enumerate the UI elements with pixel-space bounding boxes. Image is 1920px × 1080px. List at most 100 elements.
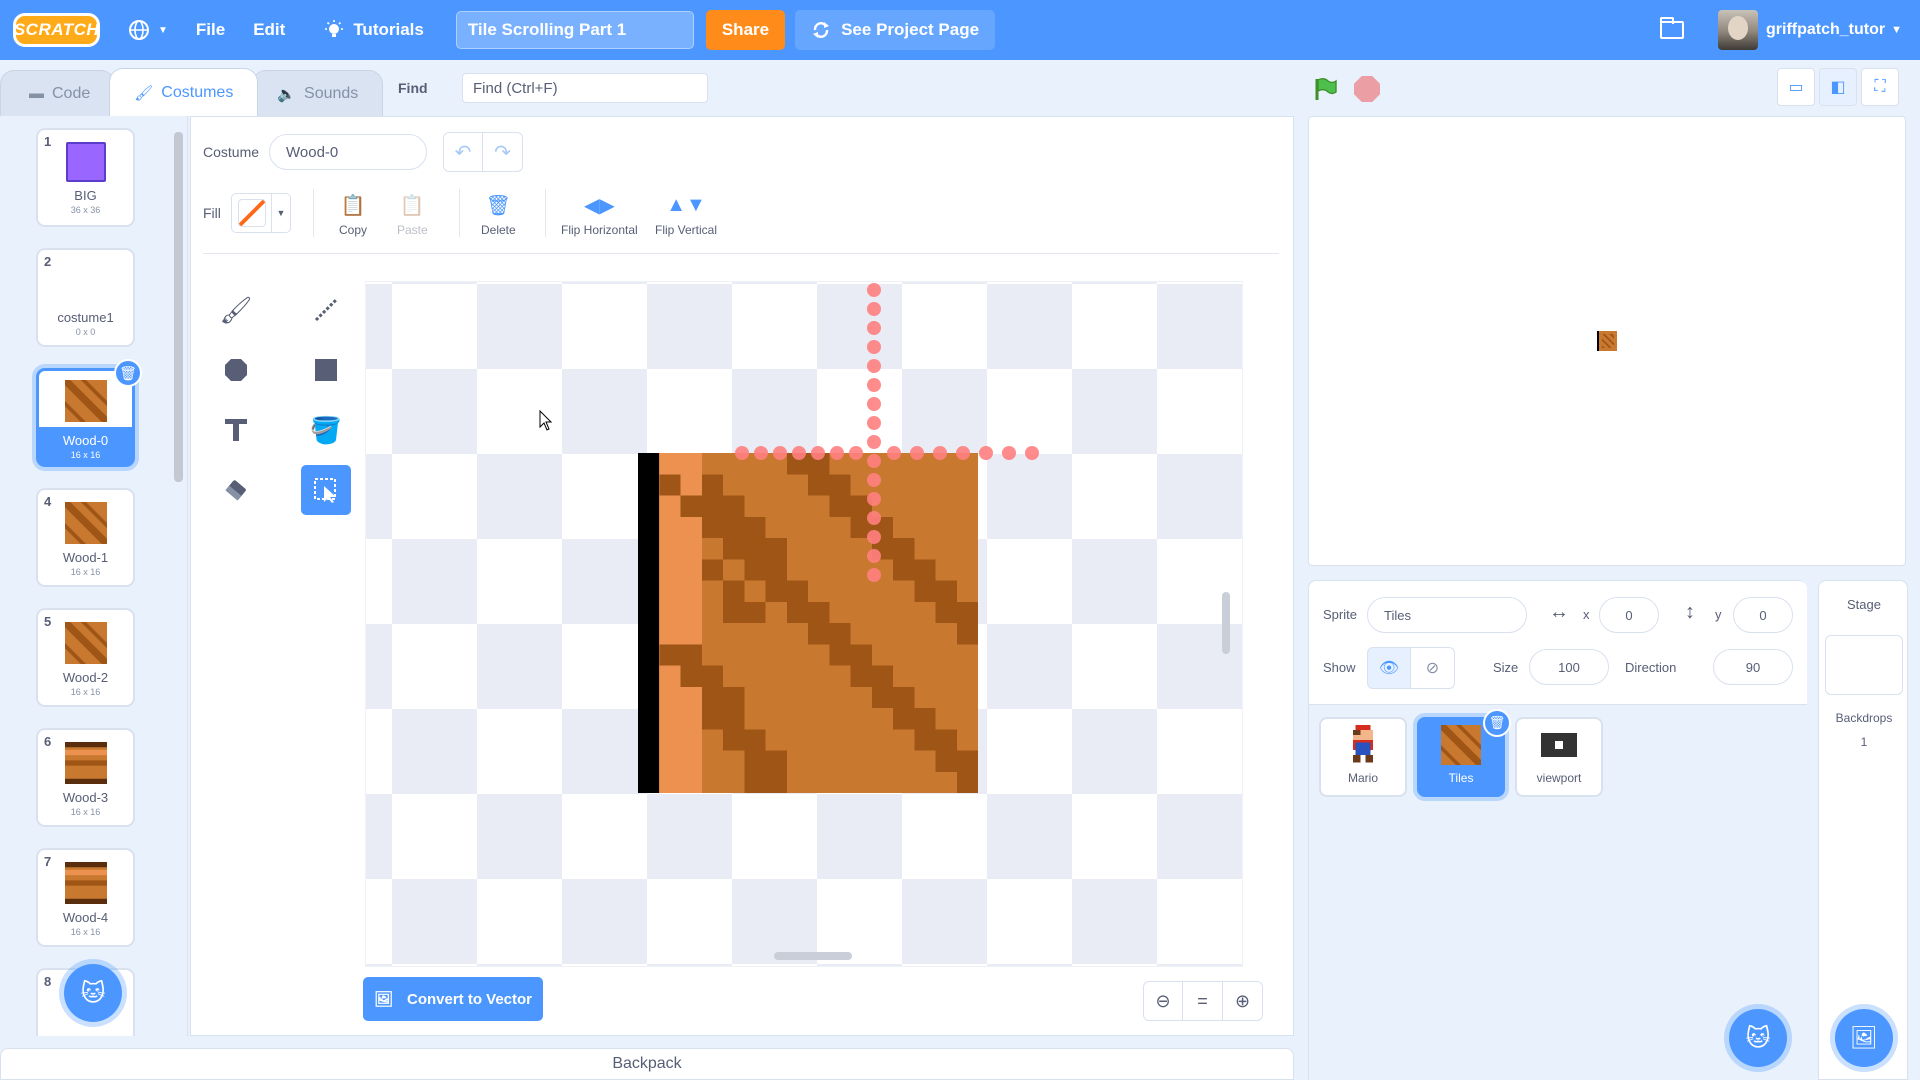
sprite-tile-tiles[interactable]: Tiles 🗑 bbox=[1417, 709, 1511, 797]
costume-size: 16 x 16 bbox=[70, 927, 101, 937]
canvas-vertical-scrollbar[interactable] bbox=[1222, 592, 1230, 654]
small-stage-button[interactable]: ▭ bbox=[1777, 68, 1815, 106]
costume-size: 16 x 16 bbox=[70, 450, 101, 460]
eraser-tool[interactable] bbox=[211, 465, 261, 515]
file-menu[interactable]: File bbox=[182, 0, 239, 60]
tab-sounds[interactable]: 🔈 Sounds bbox=[252, 70, 384, 116]
costume-item-5[interactable]: 5 Wood-2 16 x 16 bbox=[36, 608, 135, 707]
costume-item-4[interactable]: 4 Wood-1 16 x 16 bbox=[36, 488, 135, 587]
hide-sprite-button[interactable]: ⊘ bbox=[1411, 647, 1455, 689]
sprite-tile-viewport[interactable]: viewport bbox=[1515, 717, 1603, 797]
see-project-page-button[interactable]: See Project Page bbox=[795, 10, 996, 50]
stage-target-pane[interactable]: Stage Backdrops 1 🖼 bbox=[1818, 580, 1908, 1080]
sprite-label: Sprite bbox=[1323, 607, 1357, 622]
delete-sprite-button[interactable]: 🗑 bbox=[1483, 709, 1511, 737]
stop-icon[interactable] bbox=[1354, 76, 1380, 102]
tutorials-button[interactable]: Tutorials bbox=[309, 0, 438, 60]
costume-name: BIG bbox=[74, 188, 97, 203]
flip-horizontal-button[interactable]: ◀▶ Flip Horizontal bbox=[561, 193, 638, 238]
fill-swatch bbox=[232, 194, 272, 232]
costume-item-2[interactable]: 2 costume1 0 x 0 bbox=[36, 248, 135, 347]
scratch-logo[interactable]: SCRATCH bbox=[13, 13, 100, 47]
select-tool[interactable] bbox=[301, 465, 351, 515]
flip-vertical-button[interactable]: ▲▼ Flip Vertical bbox=[655, 193, 717, 238]
add-sprite-button[interactable]: 🐱 bbox=[1729, 1009, 1787, 1067]
direction-input[interactable]: 90 bbox=[1713, 649, 1793, 685]
sprite-tile-mario[interactable]: Mario bbox=[1319, 717, 1407, 797]
costume-number: 8 bbox=[44, 974, 52, 989]
costume-item-7[interactable]: 7 Wood-4 16 x 16 bbox=[36, 848, 135, 947]
costume-list: 1 BIG 36 x 36 2 costume1 0 x 0 3 Wood-0 … bbox=[0, 116, 188, 1036]
avatar[interactable] bbox=[1718, 10, 1758, 50]
language-menu[interactable]: ▼ bbox=[114, 0, 182, 60]
stage-canvas[interactable] bbox=[1308, 116, 1906, 566]
x-input[interactable]: 0 bbox=[1599, 597, 1659, 633]
backpack[interactable]: Backpack bbox=[0, 1048, 1294, 1080]
zoom-out-button[interactable]: ⊖ bbox=[1143, 981, 1183, 1021]
guide-dot bbox=[867, 416, 881, 430]
stage-thumbnail[interactable] bbox=[1825, 635, 1903, 695]
sprite-name-input[interactable]: Tiles bbox=[1367, 597, 1527, 633]
zoom-in-button[interactable]: ⊕ bbox=[1223, 981, 1263, 1021]
show-toggle: 👁 ⊘ bbox=[1367, 647, 1455, 689]
add-costume-button[interactable]: 🐱 bbox=[64, 964, 122, 1022]
text-icon bbox=[225, 419, 247, 441]
redo-button[interactable]: ↷ bbox=[483, 132, 523, 172]
costume-item-3[interactable]: 3 Wood-0 16 x 16 🗑 bbox=[36, 359, 142, 467]
zoom-reset-button[interactable]: = bbox=[1183, 981, 1223, 1021]
fullscreen-button[interactable]: ⛶ bbox=[1861, 68, 1899, 106]
edit-menu[interactable]: Edit bbox=[239, 0, 299, 60]
costume-name: Wood-4 bbox=[62, 910, 109, 925]
rectangle-tool[interactable] bbox=[301, 345, 351, 395]
chevron-down-icon: ▼ bbox=[158, 24, 168, 36]
y-input[interactable]: 0 bbox=[1733, 597, 1793, 633]
flip-horizontal-icon: ◀▶ bbox=[583, 194, 615, 217]
costume-list-scrollbar[interactable] bbox=[174, 132, 183, 482]
add-backdrop-button[interactable]: 🖼 bbox=[1835, 1009, 1893, 1067]
paint-canvas[interactable] bbox=[365, 281, 1243, 967]
text-tool[interactable] bbox=[211, 405, 261, 455]
costume-item-6[interactable]: 6 Wood-3 16 x 16 bbox=[36, 728, 135, 827]
convert-to-vector-button[interactable]: 🖼 Convert to Vector bbox=[363, 977, 543, 1021]
show-sprite-button[interactable]: 👁 bbox=[1367, 647, 1411, 689]
line-tool[interactable] bbox=[301, 285, 351, 335]
guide-dot bbox=[979, 446, 993, 460]
large-stage-button[interactable]: ◧ bbox=[1819, 68, 1857, 106]
username[interactable]: griffpatch_tutor bbox=[1766, 21, 1885, 39]
convert-to-vector-label: Convert to Vector bbox=[407, 990, 533, 1008]
fill-color-picker[interactable]: ▼ bbox=[231, 193, 291, 233]
green-flag-icon[interactable] bbox=[1312, 76, 1338, 102]
project-title-input[interactable]: Tile Scrolling Part 1 bbox=[455, 11, 694, 49]
backdrops-count: 1 bbox=[1860, 735, 1868, 749]
tab-costumes[interactable]: 🖌 Costumes bbox=[109, 68, 259, 116]
delete-costume-button[interactable]: 🗑 bbox=[114, 359, 142, 387]
copy-button[interactable]: 📋 Copy bbox=[339, 193, 367, 238]
delete-button[interactable]: 🗑 Delete bbox=[481, 193, 516, 238]
brush-tool[interactable]: 🖌 bbox=[211, 285, 261, 335]
lightbulb-icon bbox=[325, 20, 344, 37]
guide-dot bbox=[867, 302, 881, 316]
folder-icon[interactable] bbox=[1660, 17, 1684, 39]
tab-code[interactable]: ▬ Code bbox=[0, 70, 116, 116]
tab-code-label: Code bbox=[52, 84, 91, 102]
paste-button[interactable]: 📋 Paste bbox=[397, 193, 428, 238]
tiles-sprite-on-stage[interactable] bbox=[1597, 331, 1617, 351]
costume-name-input[interactable]: Wood-0 bbox=[269, 134, 427, 170]
guide-dot bbox=[867, 511, 881, 525]
wood-thumbnail bbox=[64, 622, 107, 664]
canvas-horizontal-scrollbar[interactable] bbox=[774, 952, 852, 960]
large-stage-icon: ◧ bbox=[1830, 79, 1846, 96]
costume-item-1[interactable]: 1 BIG 36 x 36 bbox=[36, 128, 135, 227]
wood-costume-image[interactable] bbox=[638, 453, 978, 793]
undo-button[interactable]: ↶ bbox=[443, 132, 483, 172]
trash-icon: 🗑 bbox=[119, 364, 137, 381]
circle-tool[interactable] bbox=[211, 345, 261, 395]
edit-menu-label: Edit bbox=[253, 20, 286, 39]
size-input[interactable]: 100 bbox=[1529, 649, 1609, 685]
editor-tabs: ▬ Code 🖌 Costumes 🔈 Sounds bbox=[0, 68, 384, 116]
fill-none-swatch bbox=[237, 199, 266, 227]
fill-tool[interactable]: 🪣 bbox=[301, 405, 351, 455]
share-button[interactable]: Share bbox=[705, 10, 786, 50]
find-input[interactable]: Find (Ctrl+F) bbox=[462, 73, 708, 103]
chevron-down-icon[interactable]: ▼ bbox=[1891, 24, 1902, 36]
